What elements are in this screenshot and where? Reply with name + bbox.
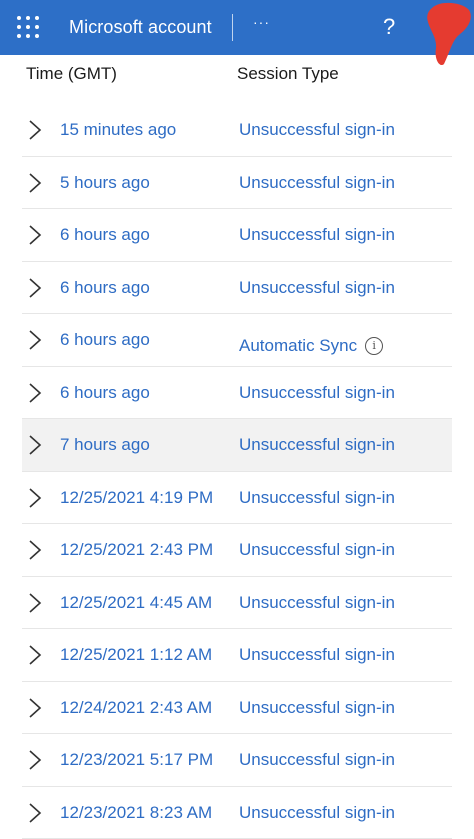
row-time[interactable]: 15 minutes ago: [60, 120, 176, 140]
row-time[interactable]: 12/25/2021 4:19 PM: [60, 488, 213, 508]
table-row[interactable]: 6 hours ago Unsuccessful sign-in: [22, 367, 452, 420]
chevron-right-icon[interactable]: [28, 487, 42, 509]
table-row[interactable]: 5 hours ago Unsuccessful sign-in: [22, 157, 452, 210]
row-session-type[interactable]: Unsuccessful sign-in: [239, 803, 395, 823]
row-session-type[interactable]: Unsuccessful sign-in: [239, 435, 395, 455]
top-bar: Microsoft account ··· ?: [0, 0, 474, 55]
row-session-type-label: Automatic Sync: [239, 336, 357, 355]
chevron-right-icon[interactable]: [28, 329, 42, 351]
row-session-type[interactable]: Unsuccessful sign-in: [239, 698, 395, 718]
row-session-type[interactable]: Automatic Sync i: [239, 336, 383, 356]
table-row[interactable]: 12/25/2021 2:43 PM Unsuccessful sign-in: [22, 524, 452, 577]
table-row[interactable]: 12/25/2021 1:12 AM Unsuccessful sign-in: [22, 629, 452, 682]
chevron-right-icon[interactable]: [28, 224, 42, 246]
chevron-right-icon[interactable]: [28, 277, 42, 299]
row-time[interactable]: 7 hours ago: [60, 435, 150, 455]
app-title[interactable]: Microsoft account: [69, 17, 212, 38]
column-header-time: Time (GMT): [26, 64, 117, 84]
chevron-right-icon[interactable]: [28, 382, 42, 404]
chevron-right-icon[interactable]: [28, 592, 42, 614]
chevron-right-icon[interactable]: [28, 119, 42, 141]
row-session-type[interactable]: Unsuccessful sign-in: [239, 383, 395, 403]
table-row[interactable]: 12/24/2021 2:43 AM Unsuccessful sign-in: [22, 682, 452, 735]
row-session-type[interactable]: Unsuccessful sign-in: [239, 540, 395, 560]
chevron-right-icon[interactable]: [28, 697, 42, 719]
chevron-right-icon[interactable]: [28, 539, 42, 561]
row-time[interactable]: 6 hours ago: [60, 225, 150, 245]
table-row[interactable]: 12/25/2021 4:19 PM Unsuccessful sign-in: [22, 472, 452, 525]
row-time[interactable]: 12/24/2021 2:43 AM: [60, 698, 212, 718]
row-session-type[interactable]: Unsuccessful sign-in: [239, 645, 395, 665]
table-header: Time (GMT) Session Type: [0, 55, 474, 95]
row-time[interactable]: 12/23/2021 5:17 PM: [60, 750, 213, 770]
row-session-type[interactable]: Unsuccessful sign-in: [239, 278, 395, 298]
row-time[interactable]: 5 hours ago: [60, 173, 150, 193]
row-time[interactable]: 6 hours ago: [60, 383, 150, 403]
activity-list: 15 minutes ago Unsuccessful sign-in 5 ho…: [0, 104, 474, 839]
help-icon[interactable]: ?: [383, 14, 395, 40]
row-time[interactable]: 12/25/2021 4:45 AM: [60, 593, 212, 613]
row-time[interactable]: 6 hours ago: [60, 330, 150, 350]
chevron-right-icon[interactable]: [28, 434, 42, 456]
table-row[interactable]: 15 minutes ago Unsuccessful sign-in: [22, 104, 452, 157]
row-session-type[interactable]: Unsuccessful sign-in: [239, 488, 395, 508]
header-divider: [232, 14, 233, 41]
table-row[interactable]: 6 hours ago Unsuccessful sign-in: [22, 209, 452, 262]
row-time[interactable]: 12/23/2021 8:23 AM: [60, 803, 212, 823]
table-row[interactable]: 12/23/2021 5:17 PM Unsuccessful sign-in: [22, 734, 452, 787]
table-row[interactable]: 12/23/2021 8:23 AM Unsuccessful sign-in: [22, 787, 452, 839]
row-time[interactable]: 6 hours ago: [60, 278, 150, 298]
chevron-right-icon[interactable]: [28, 749, 42, 771]
row-session-type[interactable]: Unsuccessful sign-in: [239, 225, 395, 245]
column-header-session-type: Session Type: [237, 64, 339, 84]
row-time[interactable]: 12/25/2021 2:43 PM: [60, 540, 213, 560]
chevron-right-icon[interactable]: [28, 802, 42, 824]
row-session-type[interactable]: Unsuccessful sign-in: [239, 120, 395, 140]
table-row[interactable]: 6 hours ago Automatic Sync i: [22, 314, 452, 367]
row-session-type[interactable]: Unsuccessful sign-in: [239, 750, 395, 770]
table-row[interactable]: 12/25/2021 4:45 AM Unsuccessful sign-in: [22, 577, 452, 630]
more-options-icon[interactable]: ···: [253, 14, 270, 30]
app-launcher-icon[interactable]: [17, 16, 41, 40]
row-time[interactable]: 12/25/2021 1:12 AM: [60, 645, 212, 665]
row-session-type[interactable]: Unsuccessful sign-in: [239, 173, 395, 193]
table-row[interactable]: 6 hours ago Unsuccessful sign-in: [22, 262, 452, 315]
table-row[interactable]: 7 hours ago Unsuccessful sign-in: [22, 419, 452, 472]
chevron-right-icon[interactable]: [28, 172, 42, 194]
row-session-type[interactable]: Unsuccessful sign-in: [239, 593, 395, 613]
info-icon[interactable]: i: [365, 337, 383, 355]
chevron-right-icon[interactable]: [28, 644, 42, 666]
